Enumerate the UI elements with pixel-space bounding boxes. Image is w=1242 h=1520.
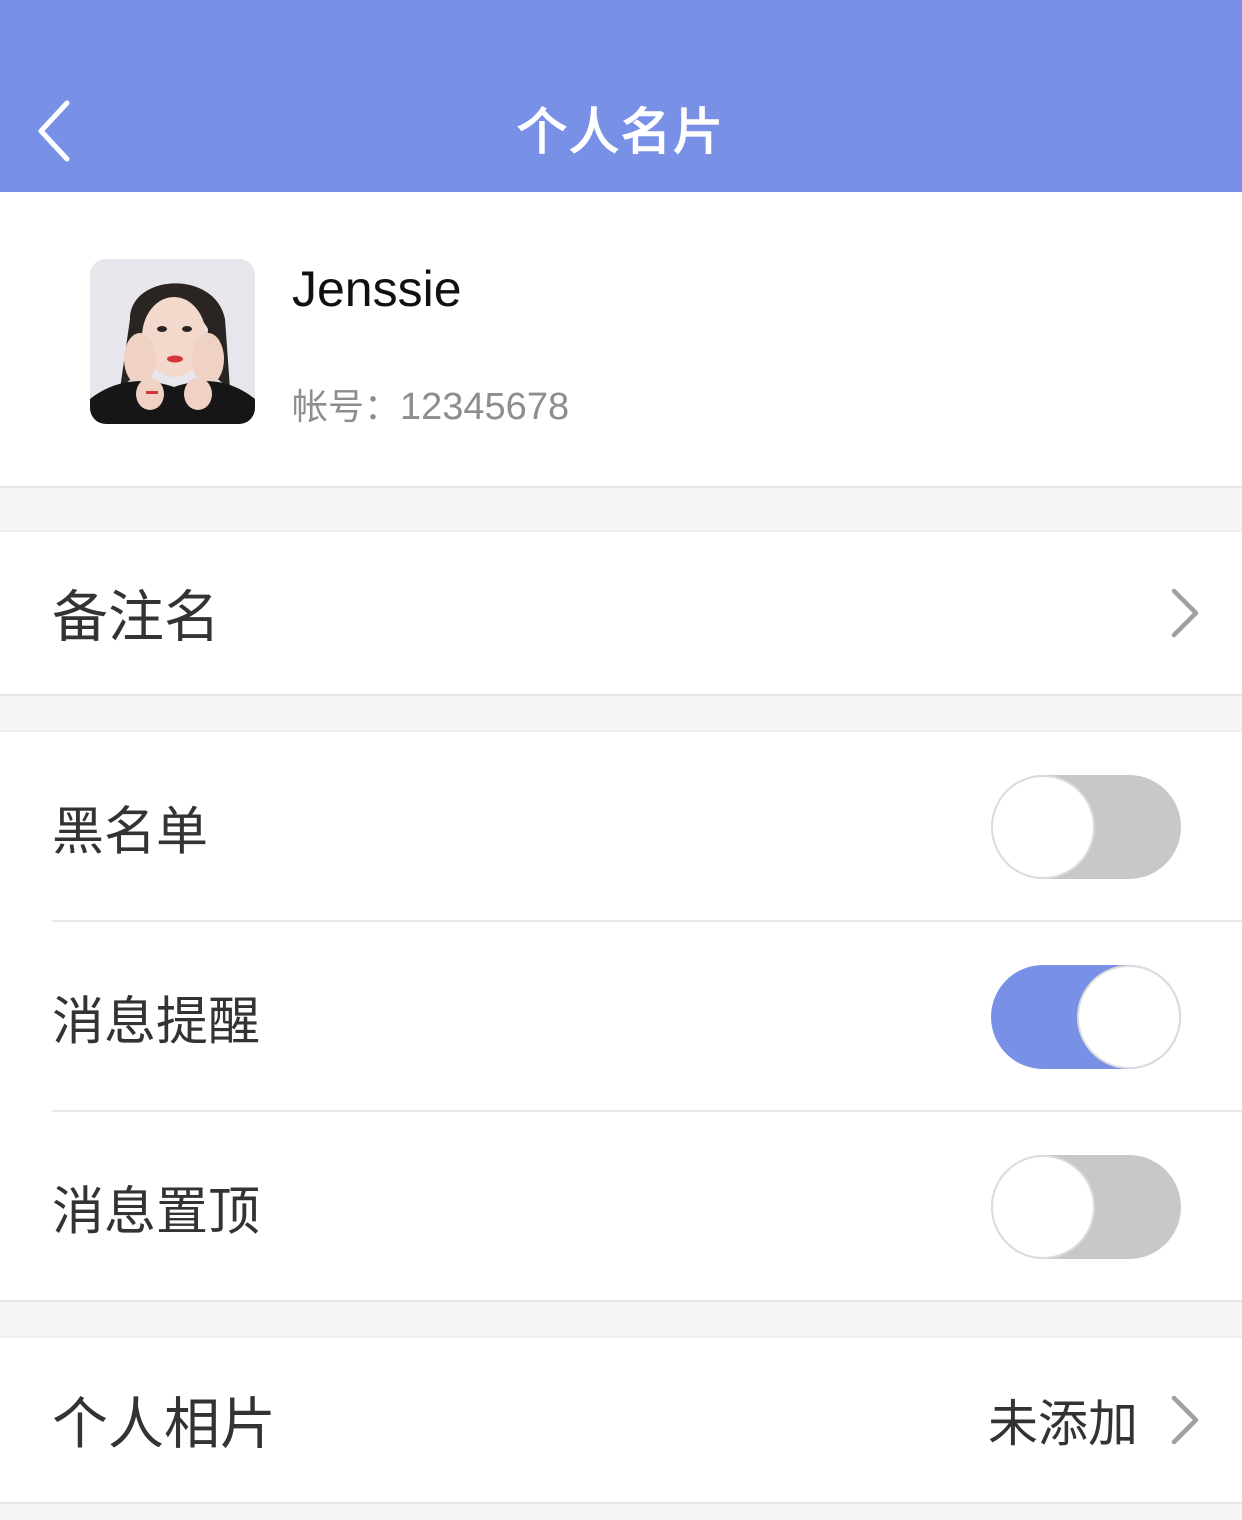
- account-info: 帐号：12345678: [292, 378, 569, 430]
- pin-row: 消息置顶: [0, 1112, 1242, 1302]
- toggle-knob: [991, 1155, 1095, 1259]
- remark-group: 备注名: [0, 530, 1242, 696]
- remark-label: 备注名: [52, 585, 220, 651]
- pin-toggle[interactable]: [991, 1155, 1181, 1259]
- avatar[interactable]: [90, 259, 255, 424]
- pin-label: 消息置顶: [52, 1182, 261, 1243]
- remark-row[interactable]: 备注名: [0, 532, 1242, 694]
- settings-group: 黑名单 消息提醒 消息置顶: [0, 730, 1242, 1302]
- photos-row[interactable]: 个人相片 未添加: [0, 1338, 1242, 1502]
- chevron-right-icon: [1171, 588, 1199, 638]
- profile-name: Jenssie: [292, 261, 462, 317]
- toggle-knob: [1077, 965, 1181, 1069]
- account-label: 帐号：: [292, 387, 401, 428]
- account-value: 12345678: [400, 386, 570, 428]
- profile-card: Jenssie 帐号：12345678: [0, 192, 1242, 488]
- notify-toggle[interactable]: [991, 965, 1181, 1069]
- toggle-knob: [991, 775, 1095, 879]
- page-title: 个人名片: [517, 103, 725, 161]
- chevron-right-icon: [1171, 1395, 1199, 1445]
- blacklist-toggle[interactable]: [991, 775, 1181, 879]
- photos-label: 个人相片: [52, 1392, 276, 1458]
- blacklist-row: 黑名单: [0, 732, 1242, 922]
- photos-group: 个人相片 未添加: [0, 1336, 1242, 1504]
- blacklist-label: 黑名单: [52, 802, 209, 863]
- avatar-photo: [90, 259, 255, 424]
- notify-row: 消息提醒: [0, 922, 1242, 1112]
- nav-bar: 个人名片: [0, 0, 1242, 192]
- notify-label: 消息提醒: [52, 992, 261, 1053]
- photos-status: 未添加: [988, 1395, 1138, 1453]
